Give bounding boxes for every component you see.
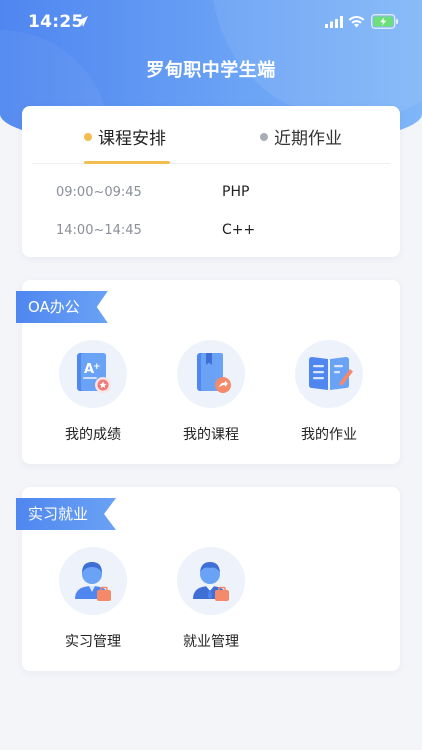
my-homework-button[interactable]: 我的作业: [274, 340, 384, 450]
active-tab-indicator: [84, 161, 170, 164]
tile-icon-circle: [295, 340, 363, 408]
my-homework-label: 我的作业: [301, 427, 357, 443]
battery-charging-icon: [371, 14, 398, 29]
intern-person-icon: [75, 562, 111, 601]
course-book-icon: [197, 353, 231, 393]
active-dot-icon: [84, 132, 92, 141]
schedule-course: PHP: [222, 184, 250, 200]
schedule-row[interactable]: 09:00~09:45 PHP: [22, 182, 400, 206]
tile-icon-circle: A +: [59, 340, 127, 408]
schedule-card: 课程安排 近期作业 09:00~09:45 PHP 14:00~14:45 C+…: [22, 106, 400, 257]
tab-recent-homework[interactable]: 近期作业: [260, 124, 342, 149]
cellular-signal-icon: [325, 16, 343, 28]
my-courses-label: 我的课程: [183, 427, 239, 443]
employment-management-button[interactable]: 就业管理: [156, 547, 266, 657]
employment-management-label: 就业管理: [183, 634, 239, 650]
wifi-icon: [348, 16, 365, 28]
certificate-icon: A +: [77, 353, 111, 393]
schedule-row[interactable]: 14:00~14:45 C++: [22, 220, 400, 244]
tab-course-schedule[interactable]: 课程安排: [84, 124, 166, 149]
internship-management-button[interactable]: 实习管理: [38, 547, 148, 657]
schedule-time: 14:00~14:45: [56, 223, 142, 238]
internship-section-ribbon: 实习就业: [16, 498, 117, 530]
homework-icon: [309, 357, 353, 390]
tab-course-schedule-label: 课程安排: [98, 129, 166, 149]
my-grades-label: 我的成绩: [65, 427, 121, 443]
page-title: 罗甸职中学生端: [146, 60, 276, 81]
tile-icon-circle: [59, 547, 127, 615]
internship-employment-card: 实习就业 实习管理 就业管理: [16, 487, 400, 671]
oa-section-ribbon: OA办公: [16, 291, 108, 323]
status-bar: 14:25: [0, 0, 422, 44]
inactive-dot-icon: [260, 132, 268, 141]
employee-person-icon: [193, 562, 229, 601]
my-courses-button[interactable]: 我的课程: [156, 340, 266, 450]
schedule-time: 09:00~09:45: [56, 185, 142, 200]
internship-management-label: 实习管理: [65, 634, 121, 650]
tab-recent-homework-label: 近期作业: [274, 129, 342, 149]
tile-icon-circle: [177, 340, 245, 408]
schedule-tabs: 课程安排 近期作业: [32, 106, 390, 164]
location-arrow-icon: [77, 16, 88, 27]
schedule-course: C++: [222, 222, 256, 238]
oa-office-card: OA办公 A + 我的成绩 我的课程 我的作业: [16, 280, 400, 464]
svg-text:+: +: [93, 362, 101, 372]
my-grades-button[interactable]: A + 我的成绩: [38, 340, 148, 450]
tile-icon-circle: [177, 547, 245, 615]
